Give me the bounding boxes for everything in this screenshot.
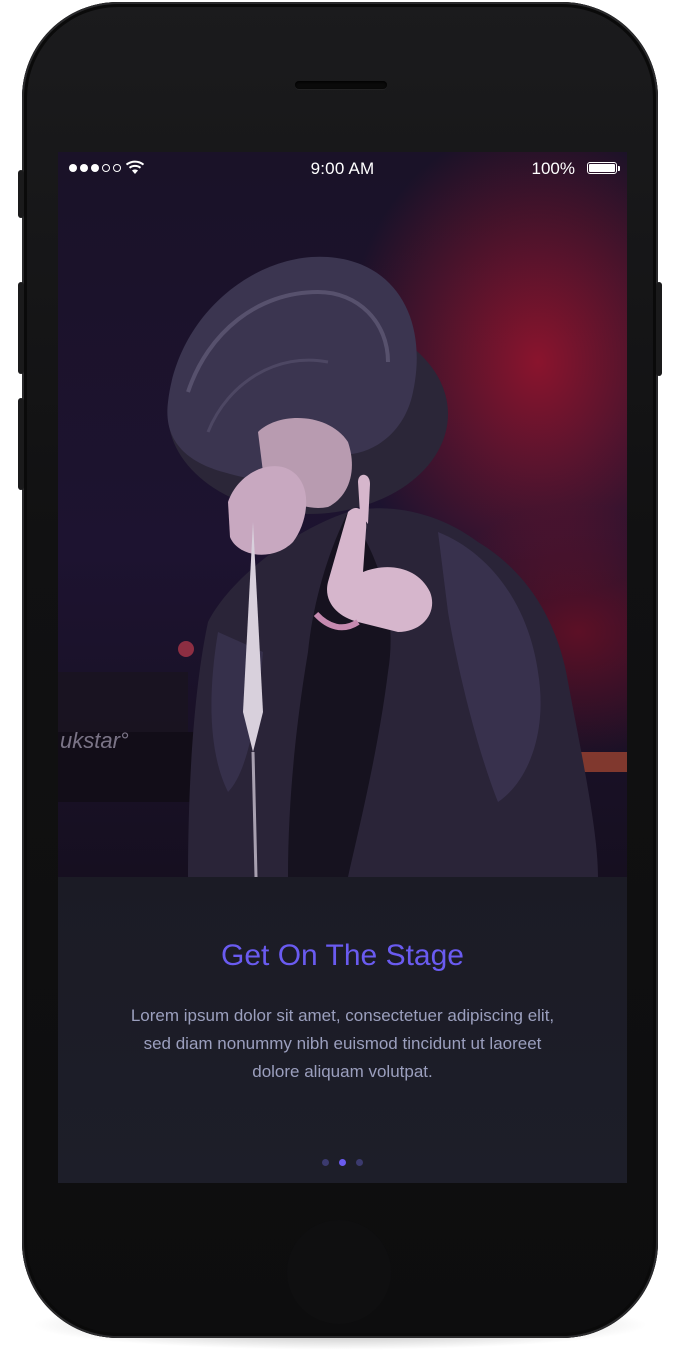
onboarding-panel: Get On The Stage Lorem ipsum dolor sit a… — [58, 877, 627, 1183]
onboarding-description: Lorem ipsum dolor sit amet, consectetuer… — [130, 1006, 555, 1081]
mute-switch — [18, 170, 24, 218]
page-indicator[interactable] — [58, 1159, 627, 1166]
battery-icon — [587, 162, 617, 174]
svg-text:ukstar°: ukstar° — [60, 728, 129, 753]
page-dot-1[interactable] — [322, 1159, 329, 1166]
page-dot-3[interactable] — [356, 1159, 363, 1166]
volume-up-button — [18, 282, 24, 374]
earpiece-speaker — [295, 81, 387, 89]
singer-with-microphone-photo: ukstar° — [58, 256, 627, 877]
onboarding-title: Get On The Stage — [221, 939, 464, 972]
status-bar: 9:00 AM 100% — [58, 152, 627, 186]
page-dot-2-active[interactable] — [339, 1159, 346, 1166]
battery-percentage: 100% — [531, 159, 575, 178]
app-screen: ukstar° 9:00 AM 100% Get On The Stage Lo… — [58, 152, 627, 1183]
battery-cap — [618, 166, 620, 171]
power-button — [656, 282, 662, 376]
volume-down-button — [18, 398, 24, 490]
hero-photo: ukstar° — [58, 152, 627, 877]
device-mockup: ukstar° 9:00 AM 100% Get On The Stage Lo… — [0, 0, 678, 1364]
home-button-area — [287, 1220, 391, 1324]
